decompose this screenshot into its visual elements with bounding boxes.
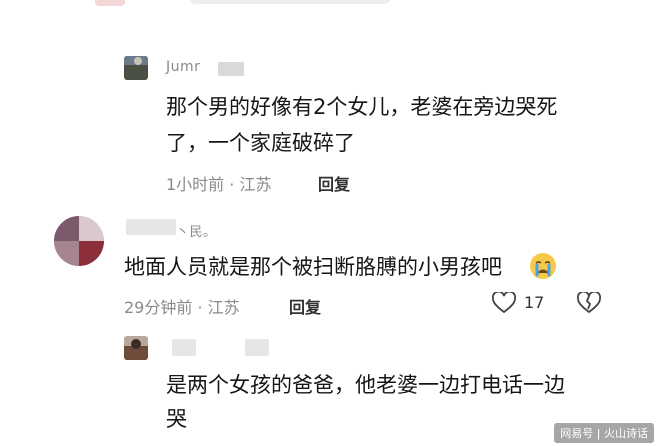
top-pill-remnant	[95, 0, 125, 6]
username-blur	[126, 219, 176, 235]
top-line-remnant	[190, 0, 390, 4]
username-blur	[245, 339, 269, 356]
comment-2-username[interactable]: 丶民。	[176, 221, 217, 240]
comment-3-text-line2: 哭	[166, 407, 187, 431]
like-button[interactable]: 17	[492, 290, 552, 318]
comment-1-text-line1: 那个男的好像有2个女儿，老婆在旁边哭死	[166, 95, 558, 119]
avatar[interactable]	[124, 336, 148, 360]
comment-2-reply-button[interactable]: 回复	[289, 294, 321, 318]
heart-icon[interactable]	[492, 290, 516, 318]
username-blur	[172, 339, 196, 356]
crying-face-emoji	[529, 252, 557, 280]
comment-3-text-line1: 是两个女孩的爸爸，他老婆一边打电话一边	[166, 373, 565, 397]
comment-1-text-line2: 了，一个家庭破碎了	[166, 131, 355, 155]
comment-2-text: 地面人员就是那个被扫断胳膊的小男孩吧	[124, 255, 502, 279]
watermark: 网易号 | 火山诗话	[554, 423, 654, 443]
like-count: 17	[524, 293, 545, 312]
comment-2-meta: 29分钟前 · 江苏	[124, 298, 240, 317]
comment-1-meta: 1小时前 · 江苏	[166, 175, 272, 194]
username-blur	[218, 62, 244, 76]
broken-heart-icon[interactable]	[577, 290, 601, 318]
comment-1-reply-button[interactable]: 回复	[318, 171, 350, 195]
avatar[interactable]	[124, 56, 148, 80]
avatar[interactable]	[54, 216, 104, 266]
comment-1-username[interactable]: Jumr	[166, 59, 200, 75]
